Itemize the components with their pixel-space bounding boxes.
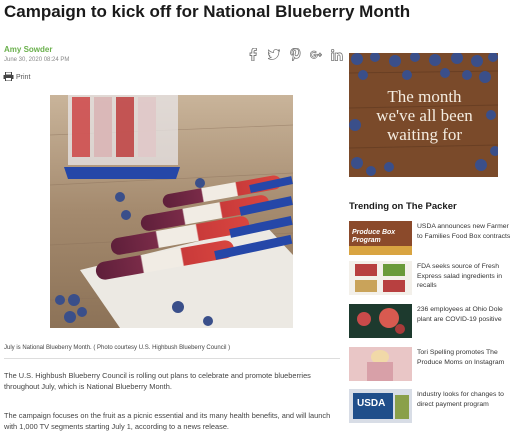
trending-thumbnail bbox=[349, 261, 412, 295]
thumbnail-text: Produce Box Program bbox=[352, 229, 396, 244]
trending-title: FDA seeks source of Fresh Express salad … bbox=[417, 263, 503, 289]
google-plus-icon[interactable] bbox=[310, 48, 322, 61]
trending-item[interactable]: 236 employees at Ohio Dole plant are COV… bbox=[349, 304, 511, 340]
trending-thumbnail bbox=[349, 347, 412, 381]
trending-title: USDA announces new Farmer to Families Fo… bbox=[417, 223, 511, 240]
facebook-icon[interactable] bbox=[247, 48, 259, 61]
publish-date: June 30, 2020 08:24 PM bbox=[4, 57, 70, 63]
article-paragraph: The campaign focuses on the fruit as a p… bbox=[4, 411, 331, 431]
linkedin-icon[interactable] bbox=[331, 48, 343, 61]
print-label: Print bbox=[16, 74, 31, 81]
trending-item[interactable]: Produce Box Program USDA announces new F… bbox=[349, 221, 511, 257]
trending-title: 236 employees at Ohio Dole plant are COV… bbox=[417, 306, 503, 323]
trending-thumbnail: Produce Box Program bbox=[349, 221, 412, 255]
print-button[interactable]: Print bbox=[3, 71, 31, 83]
article-headline: Campaign to kick off for National Bluebe… bbox=[4, 2, 411, 21]
thumbnail-text: USDA bbox=[357, 398, 386, 409]
trending-heading: Trending on The Packer bbox=[349, 201, 457, 212]
trending-item[interactable]: USDA Industry looks for changes to direc… bbox=[349, 389, 511, 425]
article-paragraph: The U.S. Highbush Blueberry Council is r… bbox=[4, 371, 311, 391]
pinterest-icon[interactable] bbox=[289, 48, 301, 61]
trending-item[interactable]: Tori Spelling promotes The Produce Moms … bbox=[349, 347, 511, 383]
twitter-icon[interactable] bbox=[268, 48, 280, 61]
trending-title: Tori Spelling promotes The Produce Moms … bbox=[417, 349, 505, 366]
printer-icon bbox=[3, 71, 14, 83]
article-photo bbox=[50, 95, 293, 328]
trending-item[interactable]: FDA seeks source of Fresh Express salad … bbox=[349, 261, 511, 297]
photo-caption: July is National Blueberry Month. ( Phot… bbox=[4, 345, 231, 351]
ad-text: The month we've all been waiting for bbox=[376, 87, 473, 144]
caption-divider bbox=[4, 358, 340, 359]
trending-thumbnail bbox=[349, 304, 412, 338]
trending-thumbnail: USDA bbox=[349, 389, 412, 423]
author-link[interactable]: Amy Sowder bbox=[4, 45, 52, 54]
social-share-bar bbox=[247, 48, 343, 61]
trending-title: Industry looks for changes to direct pay… bbox=[417, 391, 504, 408]
blueberry-ad-banner[interactable]: The month we've all been waiting for bbox=[349, 53, 498, 177]
